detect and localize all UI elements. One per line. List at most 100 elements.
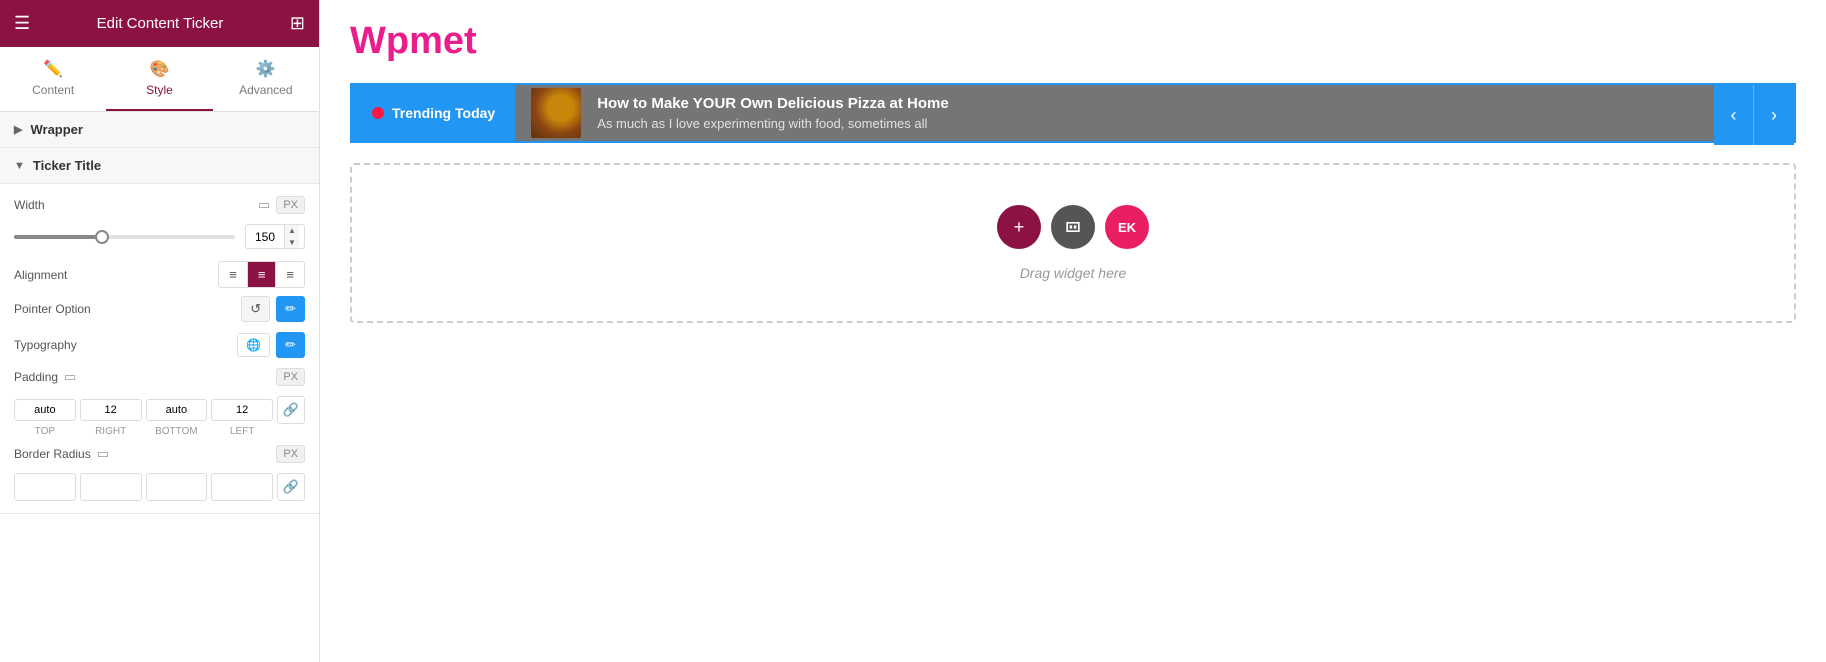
padding-left-wrap: 12 [211,399,273,421]
padding-device-icon: ▭ [64,369,76,385]
border-bottom-wrap [146,473,208,501]
border-left-input[interactable] [211,473,273,501]
padding-left-label: LEFT [211,426,273,437]
pointer-option-label: Pointer Option [14,302,91,316]
ticker-content: How to Make YOUR Own Delicious Pizza at … [515,85,1714,141]
width-up-arrow[interactable]: ▲ [285,225,299,237]
tab-advanced-label: Advanced [239,83,292,97]
padding-right-label: RIGHT [80,426,142,437]
wrapper-section-header[interactable]: ▶ Wrapper [0,112,319,148]
ticker-label: Trending Today [352,85,515,141]
ticker-prev-btn[interactable]: ‹ [1714,85,1754,145]
wrapper-chevron-icon: ▶ [14,123,22,136]
ticker-title-chevron-icon: ▼ [14,160,25,172]
padding-labels-row: TOP RIGHT BOTTOM LEFT [14,426,305,437]
width-number-input[interactable]: 150 ▲ ▼ [245,224,305,249]
pointer-edit-btn[interactable]: ✏ [276,296,305,322]
ticker-text: How to Make YOUR Own Delicious Pizza at … [597,95,948,131]
grid-icon[interactable]: ⊞ [290,13,305,34]
padding-right-input[interactable]: 12 [80,399,142,421]
wpmet-title: Wpmet [350,20,1796,63]
padding-unit[interactable]: PX [276,368,305,386]
width-slider-fill [14,235,102,239]
padding-label: Padding [14,370,58,384]
sidebar-title: Edit Content Ticker [97,15,224,32]
border-radius-field-row: Border Radius ▭ PX [14,445,305,463]
alignment-group: ≡ ≡ ≡ [218,261,305,288]
align-right-btn[interactable]: ≡ [276,262,304,287]
ticker-headline: How to Make YOUR Own Delicious Pizza at … [597,95,948,112]
padding-top-input[interactable]: auto [14,399,76,421]
width-field-row: Width ▭ PX [14,196,305,214]
ticker-title-section-header[interactable]: ▼ Ticker Title [0,148,319,184]
typography-label: Typography [14,338,77,352]
ticker-next-btn[interactable]: › [1754,85,1794,145]
border-link-btn[interactable]: 🔗 [277,473,305,501]
tab-style-label: Style [146,83,173,97]
ticker-title-section-body: Width ▭ PX 150 ▲ ▼ [0,184,319,514]
tab-advanced[interactable]: ⚙️ Advanced [213,47,319,111]
padding-right-wrap: 12 [80,399,142,421]
width-down-arrow[interactable]: ▼ [285,237,299,249]
add-widget-btn[interactable]: + [997,205,1041,249]
drag-widget-label: Drag widget here [1020,265,1127,281]
border-radius-device-icon: ▭ [97,446,109,462]
border-left-wrap [211,473,273,501]
width-unit[interactable]: PX [276,196,305,214]
ticker-pizza-image [531,88,581,138]
style-icon: 🎨 [150,59,170,79]
ticker-nav: ‹ › [1714,85,1794,141]
typography-actions: 🌐 ✏ [237,332,305,358]
width-slider-thumb[interactable] [95,230,109,244]
ticker-widget: Trending Today How to Make YOUR Own Deli… [350,83,1796,143]
padding-bottom-input[interactable]: auto [146,399,208,421]
align-left-btn[interactable]: ≡ [219,262,248,287]
sidebar: ☰ Edit Content Ticker ⊞ ✏️ Content 🎨 Sty… [0,0,320,662]
width-device-icon: ▭ [258,197,270,213]
pointer-option-field-row: Pointer Option ↺ ✏ [14,296,305,322]
padding-bottom-wrap: auto [146,399,208,421]
hamburger-icon[interactable]: ☰ [14,13,30,34]
sidebar-content: ▶ Wrapper ▼ Ticker Title Width ▭ PX [0,112,319,662]
alignment-field-row: Alignment ≡ ≡ ≡ [14,261,305,288]
padding-section: Padding ▭ PX auto 12 auto [14,368,305,437]
elementor-btn[interactable]: EK [1105,205,1149,249]
border-radius-inputs-row: 🔗 [14,473,305,501]
border-radius-unit[interactable]: PX [276,445,305,463]
width-arrows: ▲ ▼ [284,225,299,248]
wrapper-section-label: Wrapper [30,122,83,137]
pointer-reset-btn[interactable]: ↺ [241,296,270,322]
drop-zone: + EK Drag widget here [350,163,1796,323]
typography-field-row: Typography 🌐 ✏ [14,332,305,358]
border-right-input[interactable] [80,473,142,501]
ticker-label-text: Trending Today [392,105,495,121]
width-input-field[interactable]: 150 [246,226,284,248]
ticker-title-section-label: Ticker Title [33,158,101,173]
tab-content[interactable]: ✏️ Content [0,47,106,111]
width-slider[interactable] [14,235,235,239]
border-radius-label: Border Radius [14,447,91,461]
media-btn[interactable] [1051,205,1095,249]
width-slider-row: 150 ▲ ▼ [14,224,305,249]
padding-link-btn[interactable]: 🔗 [277,396,305,424]
border-top-wrap [14,473,76,501]
align-center-btn[interactable]: ≡ [248,262,277,287]
border-top-input[interactable] [14,473,76,501]
width-label: Width [14,198,45,212]
padding-top-wrap: auto [14,399,76,421]
alignment-label: Alignment [14,268,67,282]
pointer-option-actions: ↺ ✏ [241,296,305,322]
ticker-dot-icon [372,107,384,119]
border-radius-section: Border Radius ▭ PX [14,445,305,501]
ticker-subtext: As much as I love experimenting with foo… [597,116,948,131]
tab-content-label: Content [32,83,74,97]
padding-top-label: TOP [14,426,76,437]
border-bottom-input[interactable] [146,473,208,501]
padding-bottom-label: BOTTOM [146,426,208,437]
sidebar-header: ☰ Edit Content Ticker ⊞ [0,0,319,47]
typography-edit-btn[interactable]: ✏ [276,332,305,358]
padding-inputs-row: auto 12 auto 12 🔗 [14,396,305,424]
padding-left-input[interactable]: 12 [211,399,273,421]
typography-globe-btn[interactable]: 🌐 [237,333,270,357]
tab-style[interactable]: 🎨 Style [106,47,212,111]
